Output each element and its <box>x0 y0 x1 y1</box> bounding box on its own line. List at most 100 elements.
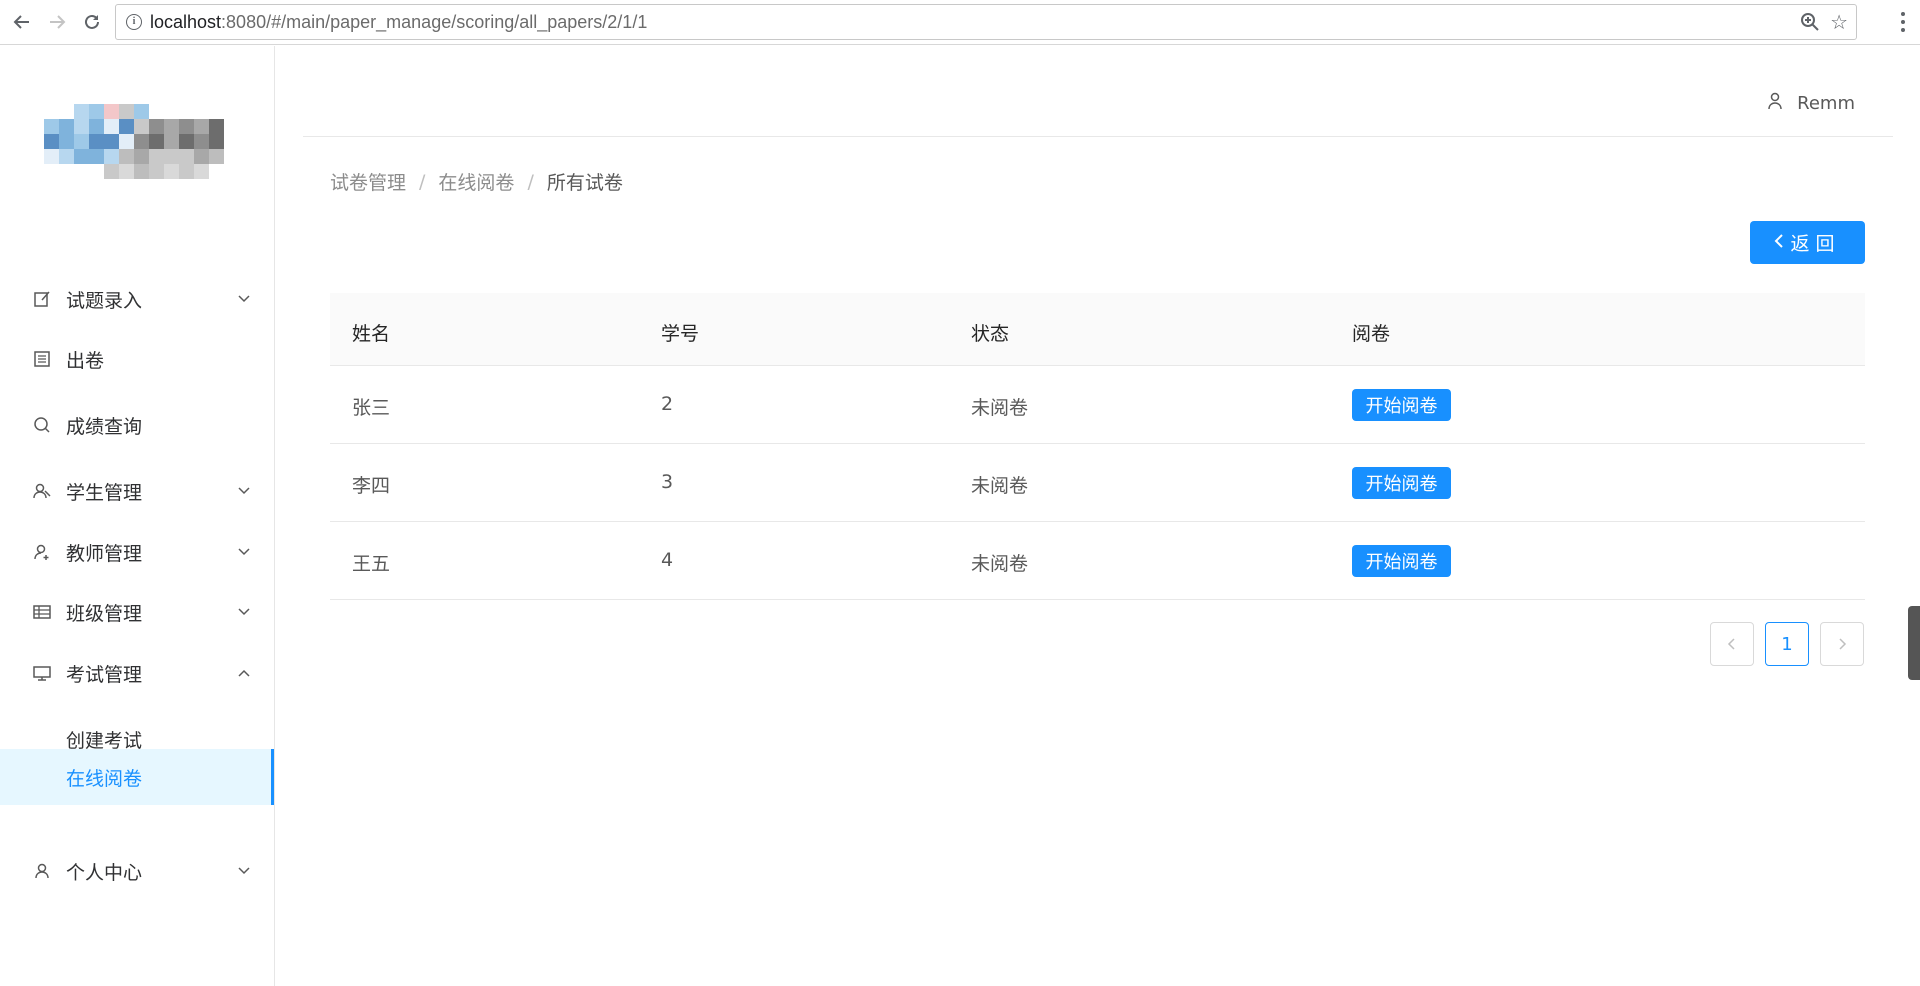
table-icon <box>32 602 52 622</box>
cell-id: 4 <box>661 549 674 571</box>
papers-table: 姓名 学号 状态 阅卷 张三 2 未阅卷 开始阅卷 李四 3 未阅卷 开始阅卷 … <box>330 293 1865 600</box>
breadcrumb-item[interactable]: 试卷管理 <box>330 168 406 195</box>
sidebar-item-question-entry[interactable]: 试题录入 <box>0 271 274 327</box>
logo-pixel <box>209 134 224 149</box>
back-button[interactable]: 返回 <box>1750 221 1865 264</box>
breadcrumb-separator: / <box>419 170 426 193</box>
sidebar-item-create-paper[interactable]: 出卷 <box>0 331 274 387</box>
cell-status: 未阅卷 <box>971 553 1029 575</box>
logo-pixel <box>179 119 194 134</box>
logo-pixel <box>59 119 74 134</box>
bookmark-star-icon[interactable]: ☆ <box>1830 10 1848 34</box>
logo-pixel <box>119 119 134 134</box>
table-row: 张三 2 未阅卷 开始阅卷 <box>330 366 1865 444</box>
logo-pixel <box>134 134 149 149</box>
sidebar: 试题录入 出卷 成绩查询 学生管理 教师管理 班级管理 考试管理 创建考试 在线… <box>0 46 275 986</box>
user-icon <box>1767 92 1783 115</box>
logo-pixel <box>179 164 194 179</box>
prev-page-button[interactable] <box>1710 622 1754 666</box>
cell-name: 王五 <box>352 553 391 575</box>
sidebar-item-label: 班级管理 <box>66 602 143 625</box>
file-text-icon <box>32 349 52 369</box>
logo-pixel <box>119 134 134 149</box>
column-header-status: 状态 <box>971 323 1010 345</box>
sidebar-item-label: 教师管理 <box>66 542 143 565</box>
logo-pixel <box>149 149 164 164</box>
logo-pixel <box>74 104 89 119</box>
logo-pixel <box>89 104 104 119</box>
logo-pixel <box>194 164 209 179</box>
sidebar-item-label: 出卷 <box>66 349 105 372</box>
chevron-left-icon <box>1774 232 1784 254</box>
logo-pixel <box>164 134 179 149</box>
breadcrumb-separator: / <box>527 170 534 193</box>
sidebar-item-score-query[interactable]: 成绩查询 <box>0 397 274 453</box>
header-divider <box>303 136 1893 137</box>
scrollbar-handle[interactable] <box>1908 606 1920 680</box>
logo-pixel <box>89 134 104 149</box>
sidebar-item-label: 成绩查询 <box>66 415 143 438</box>
sidebar-item-class-management[interactable]: 班级管理 <box>0 584 274 640</box>
user-group-icon <box>32 481 52 501</box>
logo-pixel <box>104 119 119 134</box>
chevron-up-icon <box>236 665 252 681</box>
forward-arrow-icon[interactable] <box>45 10 69 34</box>
sidebar-item-personal-center[interactable]: 个人中心 <box>0 843 274 899</box>
address-bar[interactable]: i localhost:8080/#/main/paper_manage/sco… <box>115 4 1857 40</box>
logo <box>44 104 226 182</box>
logo-pixel <box>209 119 224 134</box>
sidebar-item-student-management[interactable]: 学生管理 <box>0 463 274 519</box>
url-text[interactable]: localhost:8080/#/main/paper_manage/scori… <box>150 12 647 33</box>
logo-pixel <box>164 119 179 134</box>
reload-icon[interactable] <box>80 10 104 34</box>
logo-pixel <box>104 164 119 179</box>
logo-pixel <box>194 134 209 149</box>
logo-pixel <box>134 149 149 164</box>
start-grading-button[interactable]: 开始阅卷 <box>1352 467 1451 499</box>
logo-pixel <box>209 149 224 164</box>
info-icon[interactable]: i <box>126 14 142 30</box>
table-header: 姓名 学号 状态 阅卷 <box>330 293 1865 366</box>
logo-pixel <box>104 149 119 164</box>
sidebar-item-exam-management[interactable]: 考试管理 <box>0 645 274 701</box>
search-icon <box>32 415 52 435</box>
logo-pixel <box>119 164 134 179</box>
logo-pixel <box>194 119 209 134</box>
logo-pixel <box>104 104 119 119</box>
chevron-right-icon <box>1839 638 1847 650</box>
sidebar-item-label: 在线阅卷 <box>66 767 143 790</box>
user-menu[interactable]: Remm <box>1767 92 1855 115</box>
page-number[interactable]: 1 <box>1765 622 1809 666</box>
breadcrumb-current: 所有试卷 <box>546 172 623 194</box>
back-button-label: 返回 <box>1790 233 1841 255</box>
cell-name: 张三 <box>352 397 391 419</box>
next-page-button[interactable] <box>1820 622 1864 666</box>
zoom-icon[interactable] <box>1800 12 1820 36</box>
logo-pixel <box>59 134 74 149</box>
breadcrumb-item[interactable]: 在线阅卷 <box>438 168 514 195</box>
logo-pixel <box>149 164 164 179</box>
logo-pixel <box>119 104 134 119</box>
username: Remm <box>1797 93 1855 114</box>
column-header-grading: 阅卷 <box>1352 323 1391 345</box>
user-add-icon <box>32 542 52 562</box>
back-arrow-icon[interactable] <box>10 10 34 34</box>
browser-toolbar: i localhost:8080/#/main/paper_manage/sco… <box>0 0 1920 45</box>
logo-pixel <box>59 149 74 164</box>
sidebar-item-teacher-management[interactable]: 教师管理 <box>0 524 274 580</box>
cell-name: 李四 <box>352 475 391 497</box>
chevron-down-icon <box>236 604 252 620</box>
logo-pixel <box>74 119 89 134</box>
chevron-left-icon <box>1727 638 1735 650</box>
logo-pixel <box>149 134 164 149</box>
sidebar-subitem-online-grading[interactable]: 在线阅卷 <box>0 749 274 805</box>
browser-menu-icon[interactable] <box>1900 10 1906 34</box>
start-grading-button[interactable]: 开始阅卷 <box>1352 545 1451 577</box>
sidebar-item-label: 学生管理 <box>66 481 143 504</box>
logo-pixel <box>179 149 194 164</box>
logo-pixel <box>134 164 149 179</box>
cell-id: 2 <box>661 393 674 415</box>
logo-pixel <box>44 119 59 134</box>
logo-pixel <box>164 149 179 164</box>
start-grading-button[interactable]: 开始阅卷 <box>1352 389 1451 421</box>
